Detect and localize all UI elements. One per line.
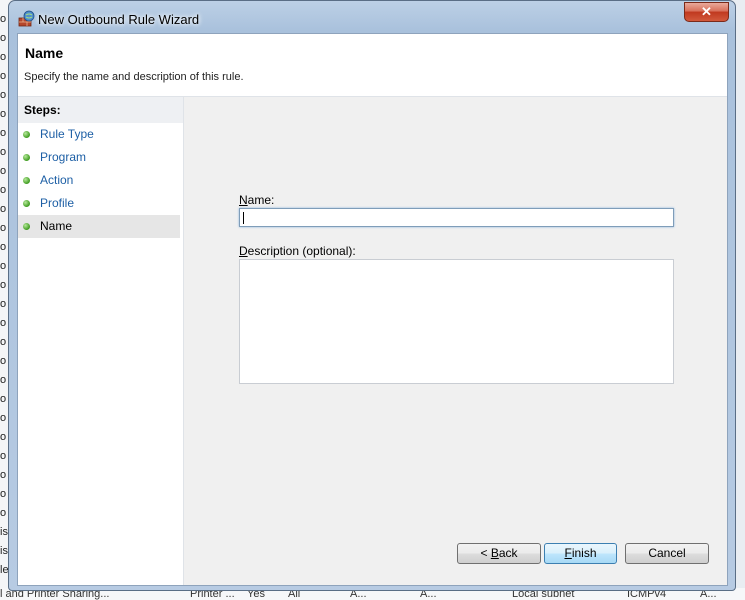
step-name[interactable]: Name bbox=[18, 215, 180, 238]
step-complete-icon bbox=[23, 177, 30, 184]
page-description: Specify the name and description of this… bbox=[24, 71, 244, 83]
wizard-window: New Outbound Rule Wizard ✕ Name Specify … bbox=[8, 0, 736, 591]
window-title: New Outbound Rule Wizard bbox=[38, 12, 200, 27]
description-label-text: escription (optional): bbox=[247, 244, 356, 258]
step-program[interactable]: Program bbox=[18, 146, 180, 169]
finish-button[interactable]: Finish bbox=[544, 543, 617, 564]
back-button-accelerator: B bbox=[490, 546, 499, 560]
name-label-text: ame: bbox=[247, 193, 275, 207]
cancel-button-label: Cancel bbox=[648, 546, 686, 560]
description-textarea[interactable] bbox=[239, 259, 674, 384]
step-label: Action bbox=[40, 173, 74, 187]
wizard-header: Name Specify the name and description of… bbox=[18, 34, 727, 97]
steps-pane: Steps: Rule Type Program Action Profile … bbox=[18, 97, 184, 585]
step-action[interactable]: Action bbox=[18, 169, 180, 192]
back-button[interactable]: < Back bbox=[457, 543, 541, 564]
step-label: Name bbox=[40, 219, 73, 233]
back-button-label: ack bbox=[498, 546, 518, 560]
step-current-icon bbox=[23, 223, 30, 230]
back-button-prefix: < bbox=[480, 546, 491, 560]
name-label: Name: bbox=[239, 193, 274, 207]
description-label: Description (optional): bbox=[239, 244, 356, 258]
step-rule-type[interactable]: Rule Type bbox=[18, 123, 180, 146]
close-icon: ✕ bbox=[701, 4, 712, 19]
step-complete-icon bbox=[23, 131, 30, 138]
step-profile[interactable]: Profile bbox=[18, 192, 180, 215]
step-label: Profile bbox=[40, 196, 75, 210]
finish-button-label: inish bbox=[571, 546, 597, 560]
firewall-icon bbox=[18, 10, 35, 27]
name-input[interactable] bbox=[239, 208, 674, 227]
name-label-accelerator: N bbox=[239, 193, 248, 207]
step-complete-icon bbox=[23, 154, 30, 161]
description-label-accelerator: D bbox=[239, 244, 248, 258]
step-label: Rule Type bbox=[40, 127, 94, 141]
wizard-content: Name: Description (optional): < Back Fin… bbox=[184, 97, 727, 585]
page-title: Name bbox=[25, 45, 64, 61]
cancel-button[interactable]: Cancel bbox=[625, 543, 709, 564]
title-bar[interactable]: New Outbound Rule Wizard ✕ bbox=[9, 1, 735, 35]
text-caret bbox=[243, 212, 244, 224]
steps-heading: Steps: bbox=[18, 97, 183, 123]
step-complete-icon bbox=[23, 200, 30, 207]
step-label: Program bbox=[40, 150, 87, 164]
wizard-client-area: Name Specify the name and description of… bbox=[17, 33, 728, 586]
finish-button-accelerator: F bbox=[564, 546, 572, 560]
close-button[interactable]: ✕ bbox=[684, 2, 729, 22]
